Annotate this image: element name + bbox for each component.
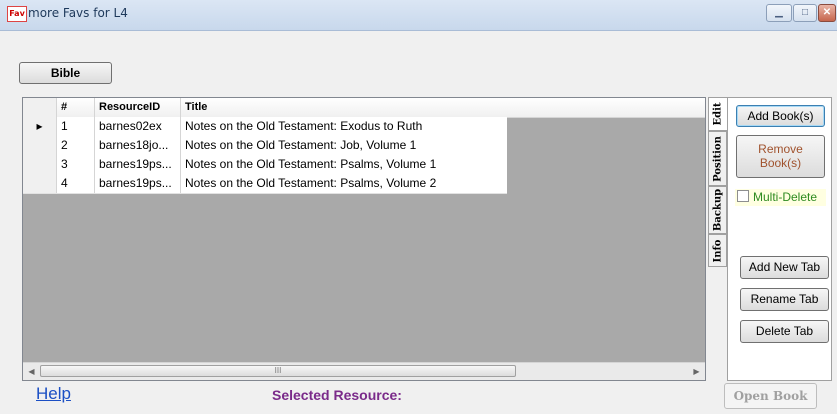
window-title: more Favs for L4 [28, 6, 128, 20]
table-row[interactable]: 4 barnes19ps... Notes on the Old Testame… [23, 174, 507, 194]
edit-panel: Add Book(s) Remove Book(s) Multi-Delete … [727, 97, 832, 381]
close-button[interactable]: ✕ [818, 4, 836, 22]
row-resource-id[interactable]: barnes18jo... [95, 136, 181, 155]
multi-delete-checkbox[interactable]: Multi-Delete [735, 189, 826, 206]
row-number[interactable]: 4 [57, 174, 95, 193]
add-books-button[interactable]: Add Book(s) [736, 105, 825, 127]
maximize-button[interactable]: □ [793, 4, 817, 22]
row-resource-id[interactable]: barnes02ex [95, 117, 181, 136]
row-header-cell [23, 174, 57, 193]
row-header-column [23, 98, 57, 117]
remove-books-label-line2: Book(s) [759, 156, 802, 170]
row-title[interactable]: Notes on the Old Testament: Exodus to Ru… [181, 117, 507, 136]
delete-tab-button[interactable]: Delete Tab [740, 320, 829, 343]
table-row[interactable]: 3 barnes19ps... Notes on the Old Testame… [23, 155, 507, 175]
scroll-thumb[interactable]: III [40, 365, 516, 377]
row-number[interactable]: 1 [57, 117, 95, 136]
side-tab-strip: Edit Position Backup Info [708, 97, 727, 267]
selected-resource-label: Selected Resource: [272, 387, 402, 403]
remove-books-button[interactable]: Remove Book(s) [736, 135, 825, 178]
row-resource-id[interactable]: barnes19ps... [95, 155, 181, 174]
row-number[interactable]: 2 [57, 136, 95, 155]
bible-tab-button[interactable]: Bible [19, 62, 112, 84]
row-number[interactable]: 3 [57, 155, 95, 174]
tab-edit[interactable]: Edit [708, 97, 727, 131]
row-header-cell [23, 155, 57, 174]
table-row[interactable]: 2 barnes18jo... Notes on the Old Testame… [23, 136, 507, 156]
grid-header: # ResourceID Title [23, 98, 705, 118]
app-icon: Fav [7, 6, 27, 22]
tab-position[interactable]: Position [708, 131, 727, 186]
column-header-resource-id[interactable]: ResourceID [95, 98, 181, 117]
row-title[interactable]: Notes on the Old Testament: Psalms, Volu… [181, 174, 507, 193]
checkbox-box-icon[interactable] [737, 190, 749, 202]
tab-backup[interactable]: Backup [708, 186, 727, 234]
column-header-title[interactable]: Title [181, 98, 705, 117]
current-row-marker-icon: ▸ [23, 117, 57, 136]
tab-info[interactable]: Info [708, 234, 727, 267]
horizontal-scrollbar[interactable]: ◀ III ▶ [23, 362, 705, 380]
open-book-button[interactable]: Open Book [724, 383, 817, 409]
column-header-number[interactable]: # [57, 98, 95, 117]
minimize-button[interactable]: ▁ [766, 4, 792, 22]
rename-tab-button[interactable]: Rename Tab [740, 288, 829, 311]
title-bar: Fav more Favs for L4 ▁ □ ✕ [0, 0, 837, 31]
remove-books-label-line1: Remove [758, 142, 803, 156]
row-header-cell [23, 136, 57, 155]
help-link[interactable]: Help [36, 384, 71, 404]
row-title[interactable]: Notes on the Old Testament: Psalms, Volu… [181, 155, 507, 174]
row-title[interactable]: Notes on the Old Testament: Job, Volume … [181, 136, 507, 155]
table-row[interactable]: ▸ 1 barnes02ex Notes on the Old Testamen… [23, 117, 507, 137]
row-resource-id[interactable]: barnes19ps... [95, 174, 181, 193]
scroll-right-icon[interactable]: ▶ [688, 363, 705, 380]
scroll-left-icon[interactable]: ◀ [23, 363, 40, 380]
multi-delete-label: Multi-Delete [753, 190, 818, 204]
add-new-tab-button[interactable]: Add New Tab [740, 256, 829, 279]
resource-grid[interactable]: # ResourceID Title ▸ 1 barnes02ex Notes … [22, 97, 706, 381]
